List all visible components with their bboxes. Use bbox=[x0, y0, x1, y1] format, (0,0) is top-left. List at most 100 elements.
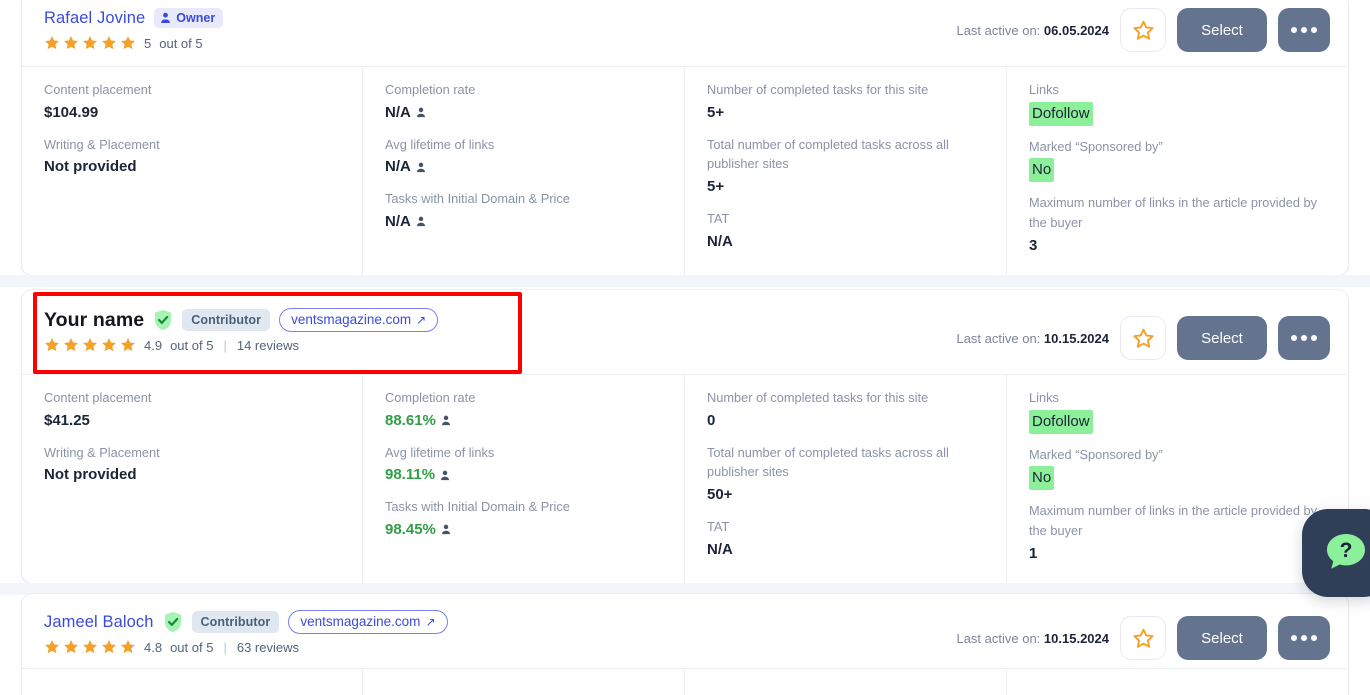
more-options-button[interactable] bbox=[1278, 316, 1330, 360]
field-value-row: N/A bbox=[385, 102, 662, 124]
field-max-links: Maximum number of links in the article p… bbox=[1029, 501, 1326, 564]
field-value: $104.99 bbox=[44, 103, 99, 121]
publisher-details: Content placement $104.99 Writing & Plac… bbox=[22, 66, 1348, 275]
ellipsis-icon bbox=[1311, 335, 1317, 341]
publisher-card: Jameel Baloch Contributor ventsmagazine.… bbox=[22, 594, 1348, 695]
star-outline-icon bbox=[1132, 328, 1154, 348]
field-completed-site: Number of completed tasks for this site … bbox=[707, 80, 984, 124]
field-label: Tasks with Initial Domain & Price bbox=[385, 499, 570, 515]
publisher-header: Jameel Baloch Contributor ventsmagazine.… bbox=[22, 594, 1348, 668]
star-icon bbox=[64, 337, 78, 352]
person-icon bbox=[416, 162, 425, 172]
details-column-performance bbox=[362, 669, 684, 695]
field-label: Writing & Placement bbox=[44, 136, 160, 152]
person-icon bbox=[416, 217, 425, 227]
rating-suffix: out of 5 bbox=[170, 639, 214, 655]
field-label: Total number of completed tasks across a… bbox=[707, 136, 949, 172]
field-label: Content placement bbox=[44, 82, 152, 97]
field-value: Not provided bbox=[44, 158, 137, 176]
star-icon bbox=[64, 639, 78, 654]
field-label: Content placement bbox=[44, 390, 152, 405]
star-icon bbox=[121, 337, 135, 352]
field-label: Total number of completed tasks across a… bbox=[707, 444, 949, 480]
field-value-row: N/A bbox=[385, 211, 662, 233]
star-rating bbox=[44, 639, 136, 655]
select-button[interactable]: Select bbox=[1177, 8, 1267, 52]
field-value: 98.45% bbox=[385, 520, 436, 538]
favorite-button[interactable] bbox=[1120, 8, 1166, 52]
field-completed-site: Number of completed tasks for this site … bbox=[707, 388, 984, 432]
field-content-placement: Content placement $104.99 bbox=[44, 80, 340, 124]
rating-line: 4.8 out of 5 | 63 reviews bbox=[44, 639, 448, 655]
star-rating bbox=[44, 337, 136, 353]
field-avg-lifetime: Avg lifetime of links N/A bbox=[385, 135, 662, 179]
field-writing-placement: Writing & Placement Not provided bbox=[44, 443, 340, 487]
field-label: TAT bbox=[707, 518, 730, 534]
star-icon bbox=[83, 337, 97, 352]
field-label: Maximum number of links in the article p… bbox=[1029, 503, 1318, 538]
publisher-name[interactable]: Rafael Jovine bbox=[44, 9, 145, 28]
star-icon bbox=[45, 639, 59, 654]
field-value: N/A bbox=[707, 540, 733, 558]
field-value: N/A bbox=[385, 158, 411, 176]
field-tasks-initial: Tasks with Initial Domain & Price N/A bbox=[385, 189, 662, 233]
field-tasks-initial: Tasks with Initial Domain & Price 98.45% bbox=[385, 497, 662, 541]
publisher-name[interactable]: Jameel Baloch bbox=[44, 613, 154, 632]
publisher-domain-link[interactable]: ventsmagazine.com ↗ bbox=[279, 308, 439, 332]
help-chat-button[interactable]: ? bbox=[1302, 509, 1370, 597]
rating-line: 4.9 out of 5 | 14 reviews bbox=[44, 337, 438, 353]
star-outline-icon bbox=[1132, 628, 1154, 648]
review-count[interactable]: 14 reviews bbox=[237, 338, 299, 353]
last-active-label: Last active on: bbox=[956, 630, 1041, 646]
ellipsis-icon bbox=[1301, 335, 1307, 341]
field-completion-rate: Completion rate N/A bbox=[385, 80, 662, 124]
more-options-button[interactable] bbox=[1278, 616, 1330, 660]
publisher-identity: Your name Contributor ventsmagazine.com … bbox=[44, 306, 439, 353]
ellipsis-icon bbox=[1291, 335, 1297, 341]
field-writing-placement: Writing & Placement Not provided bbox=[44, 135, 340, 179]
more-options-button[interactable] bbox=[1278, 8, 1330, 52]
details-column-performance: Completion rate 88.61% Avg lifetime of l… bbox=[362, 375, 684, 583]
field-max-links: Maximum number of links in the article p… bbox=[1029, 193, 1326, 256]
question-chat-icon: ? bbox=[1327, 534, 1365, 569]
ellipsis-icon bbox=[1311, 635, 1317, 641]
field-label: Avg lifetime of links bbox=[385, 444, 495, 460]
divider: | bbox=[223, 639, 227, 655]
details-column-links bbox=[1006, 669, 1348, 695]
field-label: Maximum number of links in the article p… bbox=[1029, 195, 1318, 230]
publisher-actions: Last active on: 10.15.2024 Select bbox=[956, 306, 1330, 360]
verified-shield-icon bbox=[164, 612, 181, 632]
person-icon bbox=[441, 525, 450, 535]
last-active-date: 06.05.2024 bbox=[1043, 22, 1109, 38]
field-value-row: 98.11% bbox=[385, 464, 662, 486]
field-value: 0 bbox=[707, 411, 716, 429]
select-button[interactable]: Select bbox=[1177, 316, 1267, 360]
publisher-domain-link[interactable]: ventsmagazine.com ↗ bbox=[288, 610, 448, 634]
favorite-button[interactable] bbox=[1120, 616, 1166, 660]
last-active: Last active on: 10.15.2024 bbox=[956, 631, 1109, 646]
field-value: No bbox=[1029, 158, 1055, 183]
field-value: 98.11% bbox=[385, 466, 436, 484]
publisher-identity: Rafael Jovine Owner 5 out of 5 bbox=[44, 4, 224, 51]
select-button[interactable]: Select bbox=[1177, 616, 1267, 660]
field-value-row: No bbox=[1029, 466, 1326, 491]
field-value: 88.61% bbox=[385, 411, 436, 429]
details-column-links: Links Dofollow Marked “Sponsored by” No … bbox=[1006, 67, 1348, 275]
details-column-tasks: Number of completed tasks for this site … bbox=[684, 67, 1006, 275]
publisher-header: Your name Contributor ventsmagazine.com … bbox=[22, 290, 1348, 374]
field-completed-all: Total number of completed tasks across a… bbox=[707, 135, 984, 198]
favorite-button[interactable] bbox=[1120, 316, 1166, 360]
field-value: 5+ bbox=[707, 178, 725, 196]
last-active-label: Last active on: bbox=[956, 330, 1041, 346]
review-count[interactable]: 63 reviews bbox=[237, 640, 299, 655]
star-icon bbox=[102, 639, 116, 654]
person-icon bbox=[441, 470, 450, 480]
publisher-name[interactable]: Your name bbox=[44, 309, 144, 332]
ellipsis-icon bbox=[1301, 635, 1307, 641]
field-label: Number of completed tasks for this site bbox=[707, 390, 929, 405]
field-value: 50+ bbox=[707, 486, 733, 504]
publisher-details bbox=[22, 668, 1348, 695]
contributor-badge: Contributor bbox=[191, 611, 280, 633]
verified-shield-icon bbox=[155, 310, 172, 330]
field-label: Marked “Sponsored by” bbox=[1029, 138, 1163, 154]
